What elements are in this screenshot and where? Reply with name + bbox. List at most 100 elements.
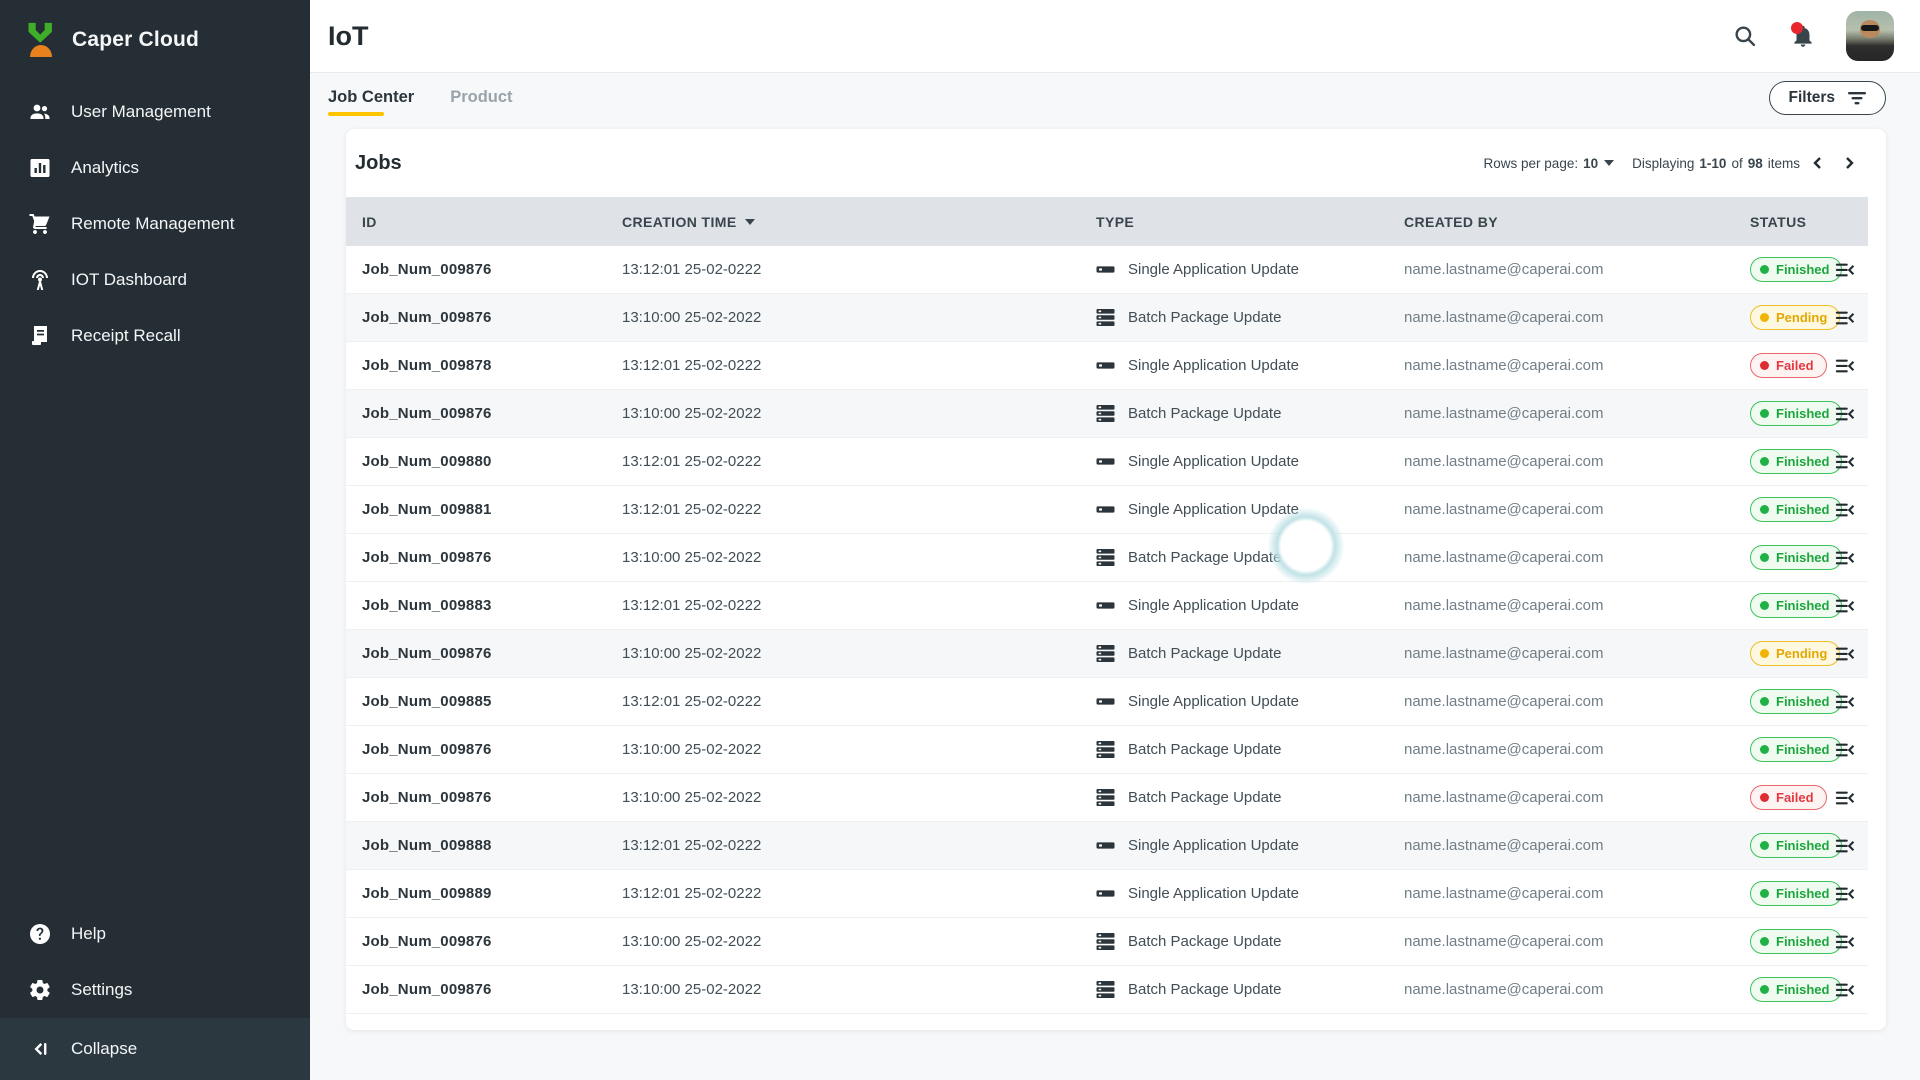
table-row[interactable]: Job_Num_00987613:10:00 25-02-2022Batch P… [346,294,1868,342]
tab-product[interactable]: Product [450,73,512,122]
menu-open-icon [1834,403,1856,425]
column-type[interactable]: TYPE [1096,214,1404,230]
tab-product-label: Product [450,88,512,107]
sidebar-item-iot-dashboard[interactable]: IOT Dashboard [0,252,310,308]
job-details-button[interactable] [1834,595,1868,617]
creation-time: 13:12:01 25-02-0222 [622,597,1096,614]
status-dot-icon [1760,841,1769,850]
job-id: Job_Num_009885 [362,693,622,710]
status-badge: Finished [1750,497,1842,522]
creation-time: 13:10:00 25-02-2022 [622,789,1096,806]
job-type: Batch Package Update [1096,548,1404,567]
rows-per-page-select[interactable]: 10 [1583,156,1614,171]
sidebar-item-analytics[interactable]: Analytics [0,140,310,196]
status-dot-icon [1760,649,1769,658]
created-by: name.lastname@caperai.com [1404,501,1750,518]
sidebar-item-user-management[interactable]: User Management [0,84,310,140]
column-created-by[interactable]: CREATED BY [1404,214,1750,230]
job-details-button[interactable] [1834,355,1868,377]
job-id: Job_Num_009876 [362,645,622,662]
status-badge: Finished [1750,449,1842,474]
column-status[interactable]: STATUS [1750,214,1834,230]
job-details-button[interactable] [1834,931,1868,953]
status-dot-icon [1760,409,1769,418]
search-icon[interactable] [1730,21,1760,51]
table-row[interactable]: Job_Num_00988913:12:01 25-02-0222Single … [346,870,1868,918]
job-details-button[interactable] [1834,835,1868,857]
filters-button[interactable]: Filters [1769,81,1886,115]
status-badge: Finished [1750,257,1842,282]
menu-open-icon [1834,835,1856,857]
table-row[interactable]: Job_Num_00987613:10:00 25-02-2022Batch P… [346,918,1868,966]
job-details-button[interactable] [1834,499,1868,521]
table-row[interactable]: Job_Num_00987613:10:00 25-02-2022Batch P… [346,726,1868,774]
status-dot-icon [1760,553,1769,562]
cart-icon [27,211,53,237]
job-type-label: Batch Package Update [1128,405,1281,422]
bell-icon[interactable] [1788,21,1818,51]
job-details-button[interactable] [1834,787,1868,809]
displaying-label: Displaying [1632,156,1694,171]
status-badge: Finished [1750,977,1842,1002]
menu-open-icon [1834,931,1856,953]
table-row[interactable]: Job_Num_00987613:10:00 25-02-2022Batch P… [346,630,1868,678]
created-by: name.lastname@caperai.com [1404,357,1750,374]
table-row[interactable]: Job_Num_00988013:12:01 25-02-0222Single … [346,438,1868,486]
jobs-table: ID CREATION TIME TYPE CREATED BY STATUS … [346,197,1868,1014]
sidebar-item-help[interactable]: Help [0,906,310,962]
job-details-button[interactable] [1834,547,1868,569]
table-row[interactable]: Job_Num_00987613:10:00 25-02-2022Batch P… [346,534,1868,582]
sidebar-item-receipt-recall[interactable]: Receipt Recall [0,308,310,364]
menu-open-icon [1834,307,1856,329]
table-row[interactable]: Job_Num_00987613:10:00 25-02-2022Batch P… [346,390,1868,438]
collapse-label: Collapse [71,1039,137,1059]
job-type: Single Application Update [1096,500,1404,519]
job-details-button[interactable] [1834,451,1868,473]
column-creation-time[interactable]: CREATION TIME [622,214,1096,230]
single-app-icon [1096,836,1115,855]
job-type: Single Application Update [1096,836,1404,855]
table-row[interactable]: Job_Num_00988813:12:01 25-02-0222Single … [346,822,1868,870]
table-row[interactable]: Job_Num_00988113:12:01 25-02-0222Single … [346,486,1868,534]
created-by: name.lastname@caperai.com [1404,549,1750,566]
sidebar-item-settings[interactable]: Settings [0,962,310,1018]
job-details-button[interactable] [1834,739,1868,761]
status-dot-icon [1760,937,1769,946]
prev-page-button[interactable] [1805,150,1831,176]
page-title: IoT [328,21,369,52]
table-row[interactable]: Job_Num_00987613:12:01 25-02-0222Single … [346,246,1868,294]
creation-time: 13:10:00 25-02-2022 [622,741,1096,758]
sidebar-collapse-button[interactable]: Collapse [0,1018,310,1080]
table-row[interactable]: Job_Num_00988313:12:01 25-02-0222Single … [346,582,1868,630]
created-by: name.lastname@caperai.com [1404,837,1750,854]
sidebar-item-remote-management[interactable]: Remote Management [0,196,310,252]
job-id: Job_Num_009878 [362,357,622,374]
column-id[interactable]: ID [362,214,622,230]
job-type-label: Single Application Update [1128,357,1299,374]
pagination: Rows per page: 10 Displaying 1-10 of 98 … [1484,150,1862,176]
job-details-button[interactable] [1834,307,1868,329]
job-id: Job_Num_009876 [362,405,622,422]
table-row[interactable]: Job_Num_00987613:10:00 25-02-2022Batch P… [346,774,1868,822]
table-row[interactable]: Job_Num_00987813:12:01 25-02-0222Single … [346,342,1868,390]
job-type: Single Application Update [1096,884,1404,903]
status-dot-icon [1760,697,1769,706]
carrot-icon [24,22,58,58]
table-row[interactable]: Job_Num_00987613:10:00 25-02-2022Batch P… [346,966,1868,1014]
sort-desc-icon [745,219,755,225]
tab-job-center[interactable]: Job Center [328,73,414,122]
job-details-button[interactable] [1834,979,1868,1001]
tabs-bar: Job Center Product Filters [310,73,1920,122]
table-row[interactable]: Job_Num_00988513:12:01 25-02-0222Single … [346,678,1868,726]
job-details-button[interactable] [1834,259,1868,281]
creation-time: 13:12:01 25-02-0222 [622,885,1096,902]
job-details-button[interactable] [1834,643,1868,665]
sidebar: Caper Cloud User ManagementAnalyticsRemo… [0,0,310,1080]
avatar[interactable] [1846,11,1894,61]
job-details-button[interactable] [1834,403,1868,425]
job-details-button[interactable] [1834,691,1868,713]
job-id: Job_Num_009889 [362,885,622,902]
next-page-button[interactable] [1836,150,1862,176]
nav-item-label: IOT Dashboard [71,270,187,290]
job-details-button[interactable] [1834,883,1868,905]
